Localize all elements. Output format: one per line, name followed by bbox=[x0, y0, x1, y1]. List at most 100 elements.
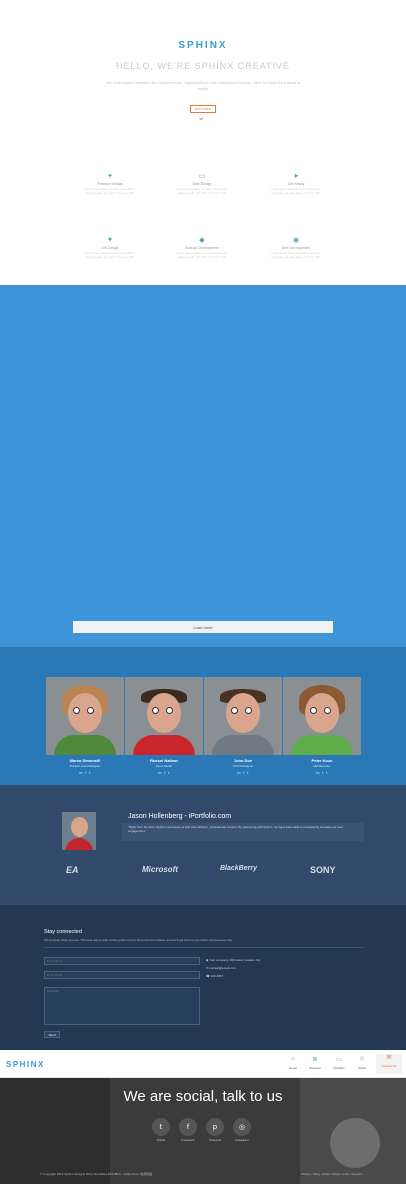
nav-item-label: Portfolio bbox=[333, 1066, 345, 1070]
feature-title: Get Ready bbox=[287, 182, 305, 186]
nav-item-label: About bbox=[358, 1066, 366, 1070]
member-role: HR Recruiter bbox=[313, 764, 331, 768]
social-label: Instagram bbox=[235, 1138, 249, 1142]
social-label: Twitter bbox=[156, 1138, 166, 1142]
mail-icon: ✉ bbox=[386, 1055, 392, 1061]
member-role: Front Studio bbox=[155, 764, 173, 768]
nav-item-label: Services bbox=[309, 1066, 321, 1070]
hero-brand-logo: SPHINX bbox=[178, 40, 228, 51]
feature-item: ● iOS Design Lorem ipsum dolor sit amet,… bbox=[80, 236, 140, 259]
testimonial-author: Jason Hollenberg - iPortfolio.com bbox=[128, 813, 232, 820]
background-photo bbox=[330, 1118, 380, 1168]
feature-item: ✦ Premium Design Lorem ipsum dolor sit a… bbox=[80, 172, 140, 195]
feature-item: ◆ Android Development Lorem ipsum dolor … bbox=[172, 236, 232, 259]
feature-desc: Lorem ipsum dolor sit amet, consectetur … bbox=[177, 187, 227, 195]
facebook-icon[interactable]: f bbox=[179, 1118, 197, 1136]
copyright-text: © Copyright 2013 Sphinx Designs More Tem… bbox=[40, 1172, 153, 1176]
nav-item-label: Contact Us bbox=[381, 1064, 397, 1068]
feature-item: ➤ Get Ready Lorem ipsum dolor sit amet, … bbox=[266, 172, 326, 195]
feature-title: Web Development bbox=[281, 246, 311, 250]
pinterest-icon[interactable]: p bbox=[206, 1118, 224, 1136]
testimonial-avatar bbox=[62, 812, 96, 850]
instagram-icon[interactable]: ◎ bbox=[233, 1118, 251, 1136]
eye-icon: ◉ bbox=[292, 237, 300, 244]
member-photo bbox=[204, 677, 282, 755]
apple-icon: ● bbox=[107, 236, 113, 243]
hero-headline: HELLO, WE'RE SPHINX CREATIVE bbox=[115, 61, 291, 71]
client-logo-blackberry: BlackBerry bbox=[220, 865, 257, 872]
nav-item-portfolio[interactable]: ▭ Portfolio bbox=[328, 1056, 350, 1070]
feature-desc: Lorem ipsum dolor sit amet, consectetur … bbox=[271, 251, 321, 259]
twitter-icon[interactable]: t bbox=[152, 1118, 170, 1136]
testimonial-quote: "Right from the start, Sphinx impressed … bbox=[122, 823, 364, 841]
client-logo-sony: SONY bbox=[310, 865, 336, 875]
social-label: Pinterest bbox=[209, 1138, 221, 1142]
home-icon: ⌂ bbox=[291, 1056, 295, 1062]
portfolio-section: Load more bbox=[0, 285, 406, 647]
nav-brand-logo[interactable]: SPHINX bbox=[6, 1060, 45, 1069]
about-icon: ☺ bbox=[358, 1056, 366, 1062]
social-title: We are social, talk to us bbox=[123, 1088, 283, 1105]
hero-subtitle: We chat superb websites for entrepreneur… bbox=[105, 80, 301, 91]
team-member-card: John Doe UX/UI Designer in f t bbox=[204, 677, 282, 775]
feature-desc: Lorem ipsum dolor sit amet, consectetur … bbox=[271, 187, 321, 195]
monitor-icon: ▭ bbox=[198, 173, 206, 180]
hero-section: SPHINX HELLO, WE'RE SPHINX CREATIVE We c… bbox=[0, 0, 406, 285]
member-name: John Doe bbox=[233, 758, 253, 763]
feature-desc: Lorem ipsum dolor sit amet, consectetur … bbox=[85, 251, 135, 259]
bulb-icon: ✦ bbox=[107, 173, 113, 180]
nav-item-services[interactable]: ≣ Services bbox=[304, 1056, 326, 1070]
portfolio-icon: ▭ bbox=[336, 1057, 342, 1063]
member-name: Russel Nathan bbox=[150, 758, 178, 763]
contact-section: Stay connected We're ready when you are.… bbox=[0, 905, 406, 1050]
load-more-button[interactable]: Load more bbox=[73, 621, 333, 633]
contact-subtitle: We're ready when you are. The best way t… bbox=[44, 938, 233, 942]
member-photo bbox=[46, 677, 124, 755]
feature-desc: Lorem ipsum dolor sit amet, consectetur … bbox=[85, 187, 135, 195]
nav-item-contact[interactable]: ✉ Contact Us bbox=[376, 1054, 402, 1074]
member-social-links[interactable]: in f t bbox=[125, 771, 203, 775]
contact-divider bbox=[44, 947, 364, 948]
social-label: Facebook bbox=[181, 1138, 195, 1142]
contact-phone: ☎ 123-4567 bbox=[206, 974, 224, 978]
send-button[interactable]: Send bbox=[44, 1031, 60, 1038]
social-section: We are social, talk to us t Twitter f Fa… bbox=[0, 1078, 406, 1184]
testimonial-section: Jason Hollenberg - iPortfolio.com "Right… bbox=[0, 785, 406, 905]
message-field[interactable] bbox=[44, 987, 200, 1025]
feature-desc: Lorem ipsum dolor sit amet, consectetur … bbox=[177, 251, 227, 259]
contact-email[interactable]: ✉ contact@email.com bbox=[206, 966, 236, 970]
member-name: Marco Simonelli bbox=[69, 758, 101, 763]
team-member-card: Russel Nathan Front Studio in f t bbox=[125, 677, 203, 775]
client-logo-ea: EA bbox=[66, 865, 79, 875]
footer-links[interactable]: Privacy / Blog / About / Press / Jobs / … bbox=[301, 1172, 362, 1176]
member-social-links[interactable]: in f t bbox=[46, 771, 124, 775]
feature-item: ▭ Web Design Lorem ipsum dolor sit amet,… bbox=[172, 172, 232, 195]
member-photo bbox=[283, 677, 361, 755]
team-section: Marco Simonelli Product Lead Designer in… bbox=[0, 647, 406, 785]
feature-title: Premium Design bbox=[97, 182, 123, 186]
contact-address: ◆ Your company, 000 street, location cit… bbox=[206, 958, 261, 962]
android-icon: ◆ bbox=[199, 237, 205, 244]
member-social-links[interactable]: in f t bbox=[283, 771, 361, 775]
client-logo-microsoft: Microsoft bbox=[142, 865, 178, 874]
feature-title: Android Development bbox=[185, 246, 219, 250]
navbar: SPHINX ⌂ Home ≣ Services ▭ Portfolio ☺ A… bbox=[0, 1050, 406, 1078]
services-icon: ≣ bbox=[312, 1057, 318, 1063]
feature-title: Web Design bbox=[192, 182, 212, 186]
nav-item-about[interactable]: ☺ About bbox=[351, 1056, 373, 1070]
nav-item-home[interactable]: ⌂ Home bbox=[282, 1056, 304, 1070]
member-role: UX/UI Designer bbox=[232, 764, 254, 768]
feature-title: iOS Design bbox=[101, 246, 119, 250]
member-role: Product Lead Designer bbox=[69, 764, 101, 768]
member-social-links[interactable]: in f t bbox=[204, 771, 282, 775]
chevron-down-icon[interactable]: ⌄ bbox=[197, 112, 205, 123]
email-field[interactable] bbox=[44, 971, 200, 979]
member-name: Peter Kuzu bbox=[311, 758, 333, 763]
paper-plane-icon: ➤ bbox=[293, 173, 299, 180]
member-photo bbox=[125, 677, 203, 755]
team-member-card: Peter Kuzu HR Recruiter in f t bbox=[283, 677, 361, 775]
team-member-card: Marco Simonelli Product Lead Designer in… bbox=[46, 677, 124, 775]
nav-item-label: Home bbox=[288, 1066, 297, 1070]
name-field[interactable] bbox=[44, 957, 200, 965]
contact-title: Stay connected bbox=[44, 929, 82, 935]
